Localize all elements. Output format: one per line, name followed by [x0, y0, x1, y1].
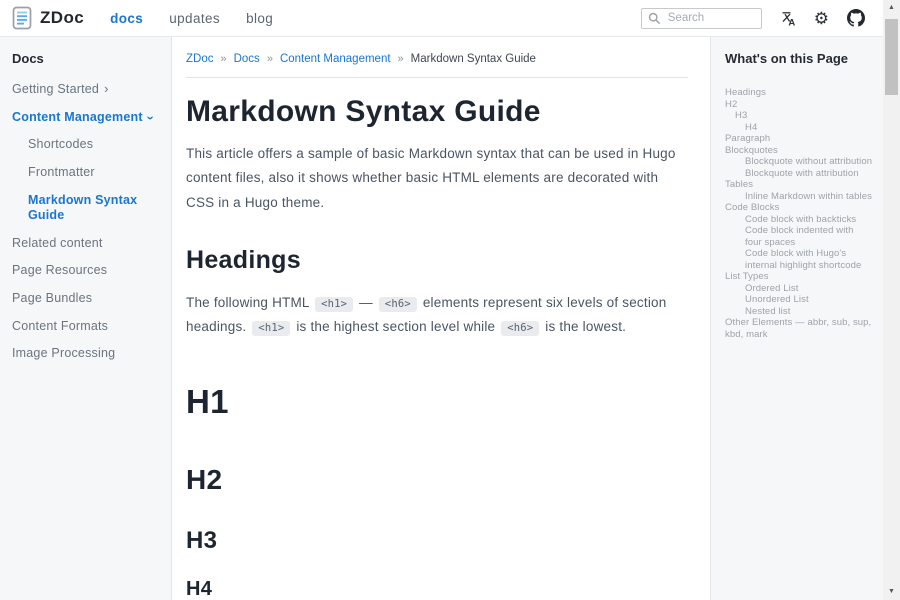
github-icon[interactable] — [847, 9, 865, 27]
nav-link-blog[interactable]: blog — [246, 11, 273, 26]
toc-item-code-block-with-hugo-s-internal-highlight-shortcode[interactable]: Code block with Hugo's internal highligh… — [725, 248, 873, 271]
toc-item-blockquote-without-attribution[interactable]: Blockquote without attribution — [725, 156, 873, 168]
main-content: ZDoc » Docs » Content Management » Markdown Sy… — [172, 37, 710, 600]
sidebar-item-page-bundles[interactable]: Page Bundles — [0, 285, 171, 313]
demo-heading-h3: H3 — [186, 527, 688, 555]
page-title: Markdown Syntax Guide — [186, 95, 688, 129]
scrollbar-up-arrow-icon[interactable]: ▲ — [883, 0, 900, 16]
toc-item-h4[interactable]: H4 — [725, 122, 873, 134]
toc-item-code-block-indented-with-four-spaces[interactable]: Code block indented with four spaces — [725, 225, 873, 248]
breadcrumb: ZDoc » Docs » Content Management » Markdown Sy… — [186, 49, 688, 65]
toc-item-ordered-list[interactable]: Ordered List — [725, 283, 873, 295]
section-title-headings: Headings — [186, 246, 688, 275]
demo-heading-h2: H2 — [186, 464, 688, 496]
toc-item-headings[interactable]: Headings — [725, 87, 873, 99]
toc-item-code-blocks[interactable]: Code Blocks — [725, 202, 873, 214]
document-logo-icon — [12, 6, 32, 30]
navbar-actions: A ⚙ — [641, 8, 871, 29]
toc-title: What's on this Page — [725, 51, 873, 66]
search-icon — [648, 12, 661, 25]
nav-link-updates[interactable]: updates — [169, 11, 220, 26]
sidebar-item-markdown-syntax-guide[interactable]: Markdown Syntax Guide — [0, 187, 171, 230]
demo-headings: H1H2H3H4H5H6 — [186, 383, 688, 600]
sidebar-item-shortcodes[interactable]: Shortcodes — [0, 131, 171, 159]
nav-link-docs[interactable]: docs — [110, 11, 143, 26]
sidebar-item-image-processing[interactable]: Image Processing — [0, 340, 171, 368]
scrollbar-down-arrow-icon[interactable]: ▼ — [883, 584, 900, 600]
docs-sidebar: Docs Getting Started›Content Management›… — [0, 37, 172, 600]
app-viewport: ZDoc docs updates blog — [0, 0, 900, 600]
scrollbar[interactable]: ▲ ▼ — [883, 0, 900, 600]
brand-name: ZDoc — [40, 8, 84, 28]
toc-item-list-types[interactable]: List Types — [725, 271, 873, 283]
sidebar-item-content-management[interactable]: Content Management› — [0, 104, 171, 132]
toc-item-h2[interactable]: H2 — [725, 99, 873, 111]
breadcrumb-link-zdoc[interactable]: ZDoc — [186, 53, 213, 65]
breadcrumb-link-content-management[interactable]: Content Management — [280, 53, 391, 65]
sidebar-item-frontmatter[interactable]: Frontmatter — [0, 159, 171, 187]
breadcrumb-current-markdown-syntax-guide: Markdown Syntax Guide — [411, 53, 536, 65]
toc-item-blockquote-with-attribution[interactable]: Blockquote with attribution — [725, 168, 873, 180]
inline-code: <h1> — [252, 321, 290, 336]
toc-item-tables[interactable]: Tables — [725, 179, 873, 191]
toc-item-blockquotes[interactable]: Blockquotes — [725, 145, 873, 157]
toc-item-other-elements-abbr-sub-sup-kbd-mark[interactable]: Other Elements — abbr, sub, sup, kbd, ma… — [725, 317, 873, 340]
toc-item-h3[interactable]: H3 — [725, 110, 873, 122]
demo-heading-h4: H4 — [186, 578, 688, 600]
breadcrumb-divider — [186, 77, 688, 78]
breadcrumb-separator: » — [220, 53, 226, 65]
sidebar-item-related-content[interactable]: Related content — [0, 230, 171, 258]
layout: Docs Getting Started›Content Management›… — [0, 37, 883, 600]
sidebar-item-content-formats[interactable]: Content Formats — [0, 313, 171, 341]
toc-list: HeadingsH2H3H4ParagraphBlockquotesBlockq… — [725, 87, 873, 340]
top-navbar: ZDoc docs updates blog — [0, 0, 883, 37]
headings-paragraph: The following HTML <h1> — <h6> elements … — [186, 291, 688, 338]
toc-item-unordered-list[interactable]: Unordered List — [725, 294, 873, 306]
toc-item-paragraph[interactable]: Paragraph — [725, 133, 873, 145]
sidebar-title: Docs — [0, 43, 171, 76]
breadcrumb-link-docs[interactable]: Docs — [234, 53, 260, 65]
sidebar-item-getting-started[interactable]: Getting Started› — [0, 76, 171, 104]
demo-heading-h1: H1 — [186, 383, 688, 421]
main-nav: docs updates blog — [110, 11, 273, 26]
svg-text:A: A — [788, 17, 795, 26]
gear-icon[interactable]: ⚙ — [814, 10, 829, 27]
toc-panel: What's on this Page HeadingsH2H3H4Paragr… — [710, 37, 883, 600]
toc-item-nested-list[interactable]: Nested list — [725, 306, 873, 318]
sidebar-items: Getting Started›Content Management›Short… — [0, 76, 171, 368]
brand-link[interactable]: ZDoc — [12, 6, 84, 30]
inline-code: <h6> — [501, 321, 539, 336]
scrollbar-thumb[interactable] — [885, 19, 898, 95]
search-input[interactable] — [666, 11, 755, 25]
intro-paragraph: This article offers a sample of basic Ma… — [186, 142, 688, 215]
breadcrumb-separator: » — [398, 53, 404, 65]
search-box[interactable] — [641, 8, 762, 29]
breadcrumb-separator: » — [267, 53, 273, 65]
sidebar-item-page-resources[interactable]: Page Resources — [0, 257, 171, 285]
inline-code: <h1> — [315, 297, 353, 312]
translate-icon[interactable]: A — [780, 10, 796, 26]
toc-item-code-block-with-backticks[interactable]: Code block with backticks — [725, 214, 873, 226]
toc-item-inline-markdown-within-tables[interactable]: Inline Markdown within tables — [725, 191, 873, 203]
inline-code: <h6> — [379, 297, 417, 312]
page: ZDoc docs updates blog — [0, 0, 883, 600]
